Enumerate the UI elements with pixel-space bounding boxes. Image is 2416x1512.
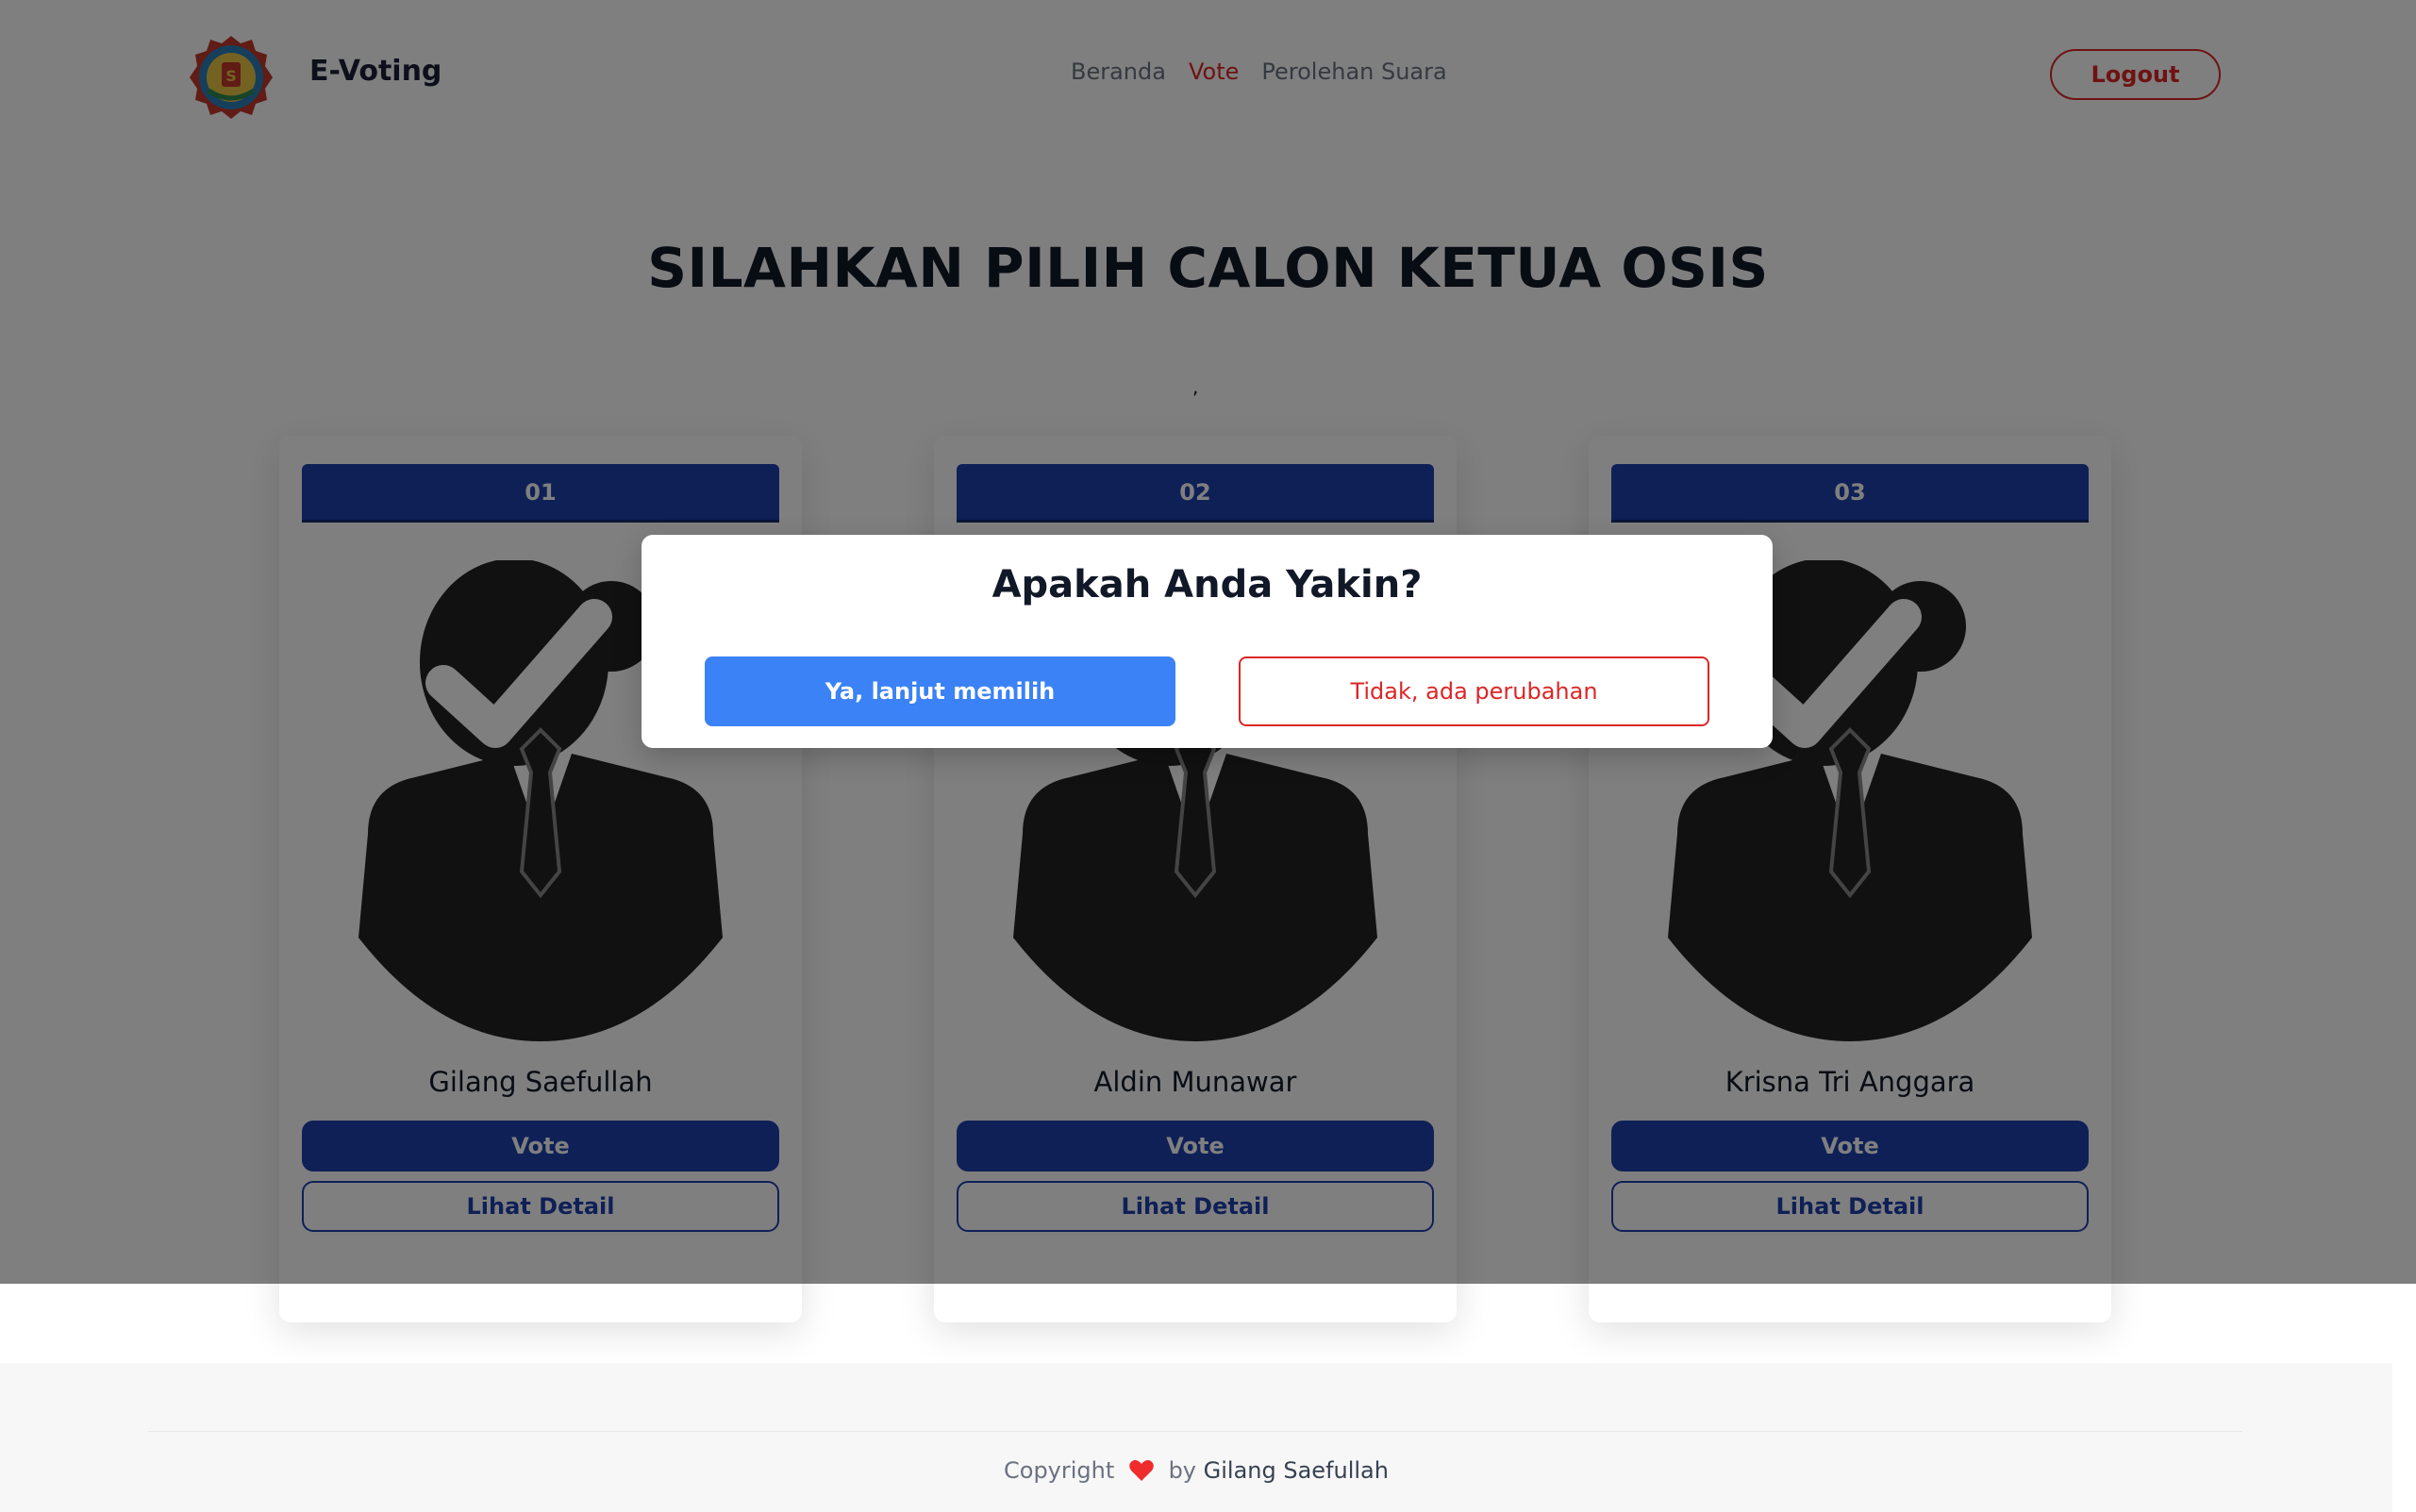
footer: Copyright by Gilang Saefullah [0, 1363, 2392, 1512]
author-name: Gilang Saefullah [1203, 1457, 1389, 1484]
confirm-vote-button[interactable]: Ya, lanjut memilih [705, 656, 1175, 726]
footer-copyright: Copyright by Gilang Saefullah [0, 1457, 2392, 1484]
copyright-label: Copyright [1004, 1457, 1115, 1484]
confirm-dialog: Apakah Anda Yakin? Ya, lanjut memilih Ti… [641, 535, 1773, 748]
by-label: by [1168, 1457, 1196, 1484]
heart-icon [1129, 1460, 1154, 1481]
cancel-vote-button[interactable]: Tidak, ada perubahan [1239, 656, 1709, 726]
dialog-title: Apakah Anda Yakin? [991, 563, 1423, 606]
footer-divider [148, 1431, 2242, 1432]
